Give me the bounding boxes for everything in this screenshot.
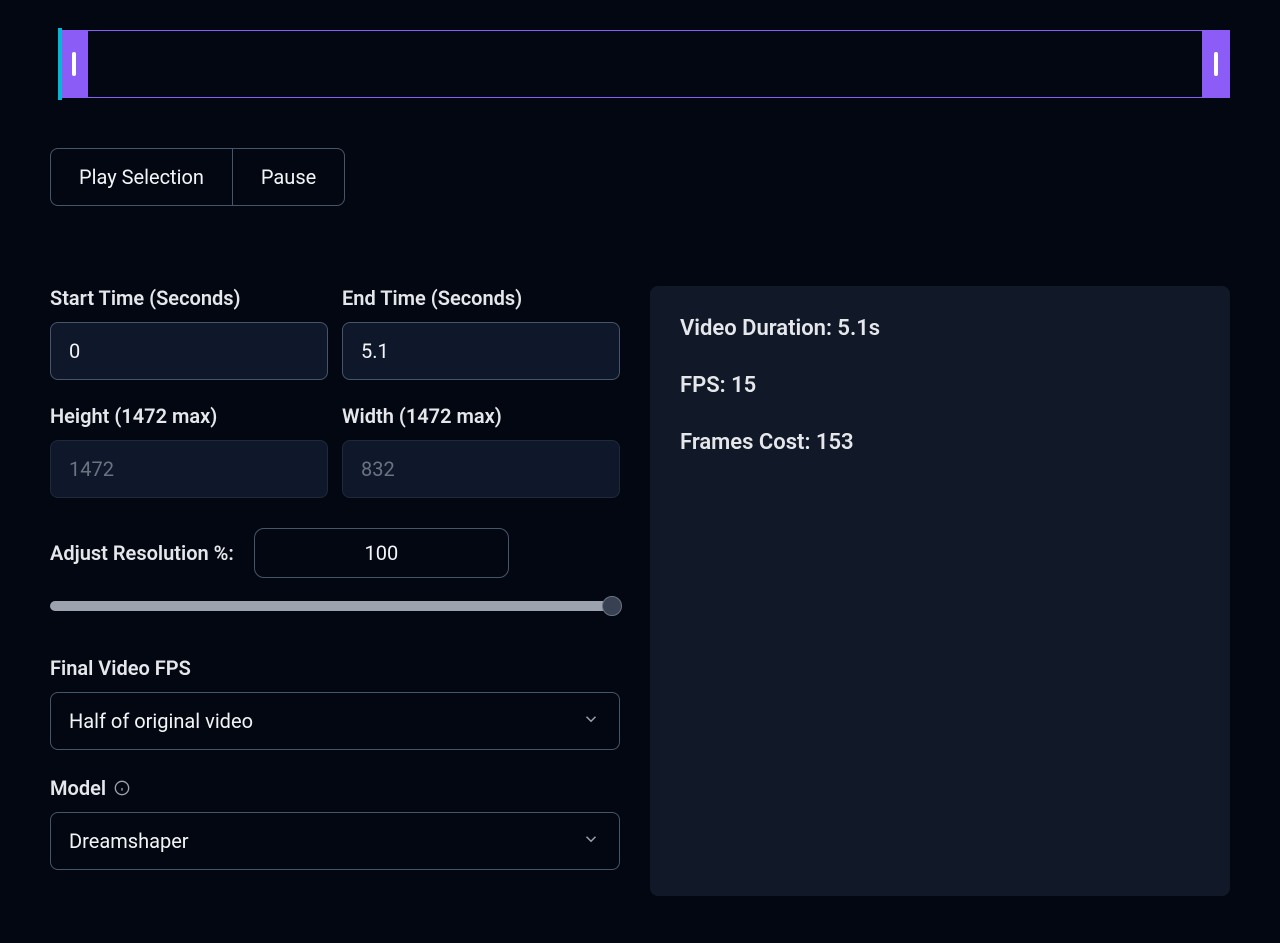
timeline-track[interactable] bbox=[80, 30, 1205, 98]
pause-button[interactable]: Pause bbox=[233, 148, 345, 206]
handle-grip-icon bbox=[72, 52, 76, 76]
fps-select-label: Final Video FPS bbox=[50, 656, 620, 680]
timeline[interactable] bbox=[50, 30, 1230, 98]
model-select[interactable]: Dreamshaper bbox=[50, 812, 620, 870]
stats-panel: Video Duration: 5.1s FPS: 15 Frames Cost… bbox=[650, 286, 1230, 896]
resolution-input[interactable] bbox=[254, 528, 509, 578]
slider-track bbox=[50, 601, 620, 611]
start-time-input[interactable] bbox=[50, 322, 328, 380]
stat-fps: FPS: 15 bbox=[680, 373, 1200, 398]
width-input[interactable] bbox=[342, 440, 620, 498]
height-input[interactable] bbox=[50, 440, 328, 498]
fps-select[interactable]: Half of original video bbox=[50, 692, 620, 750]
playback-button-group: Play Selection Pause bbox=[50, 148, 1230, 206]
stat-video-duration: Video Duration: 5.1s bbox=[680, 316, 1200, 341]
stat-frames-cost: Frames Cost: 153 bbox=[680, 430, 1200, 455]
resolution-slider[interactable] bbox=[50, 596, 620, 616]
model-select-label: Model bbox=[50, 776, 106, 800]
width-label: Width (1472 max) bbox=[342, 404, 620, 428]
timeline-handle-end[interactable] bbox=[1202, 30, 1230, 98]
height-label: Height (1472 max) bbox=[50, 404, 328, 428]
slider-thumb[interactable] bbox=[602, 596, 622, 616]
start-time-label: Start Time (Seconds) bbox=[50, 286, 328, 310]
resolution-label: Adjust Resolution %: bbox=[50, 541, 234, 565]
play-selection-button[interactable]: Play Selection bbox=[50, 148, 233, 206]
info-icon[interactable] bbox=[114, 780, 130, 796]
timeline-handle-start[interactable] bbox=[60, 30, 88, 98]
end-time-input[interactable] bbox=[342, 322, 620, 380]
timeline-playhead[interactable] bbox=[58, 28, 62, 100]
end-time-label: End Time (Seconds) bbox=[342, 286, 620, 310]
handle-grip-icon bbox=[1214, 52, 1218, 76]
